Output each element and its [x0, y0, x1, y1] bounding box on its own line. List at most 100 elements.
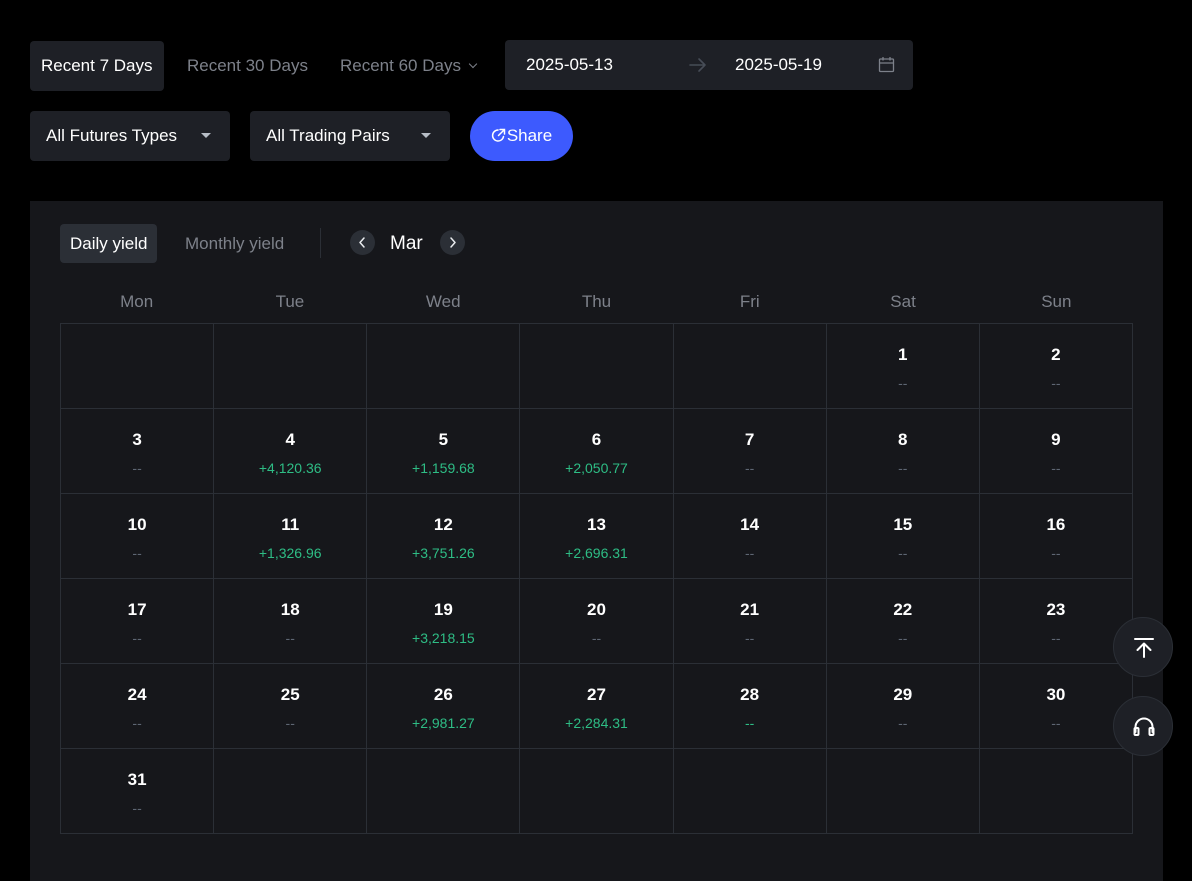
weekday-label: Mon — [120, 292, 154, 311]
pnl-calendar-panel: Daily yield Monthly yield Mar Mon Tue We… — [30, 201, 1163, 881]
date-range-picker[interactable]: 2025-05-13 2025-05-19 — [505, 40, 913, 90]
calendar-day-cell[interactable]: 25 -- — [214, 664, 368, 749]
daily-yield-value: +3,218.15 — [412, 630, 475, 646]
calendar-day-cell[interactable]: 30 -- — [979, 664, 1133, 749]
calendar-empty-cell — [61, 324, 215, 409]
calendar-day-cell[interactable]: 14 -- — [673, 494, 827, 579]
day-number: 16 — [1046, 515, 1066, 534]
daily-yield-value: -- — [1051, 460, 1061, 476]
start-date-input[interactable]: 2025-05-13 — [526, 40, 613, 90]
daily-yield-value: -- — [898, 460, 908, 476]
daily-yield-value: +2,981.27 — [412, 715, 475, 731]
daily-yield-value: -- — [1051, 375, 1061, 391]
calendar-day-cell[interactable]: 7 -- — [673, 409, 827, 494]
calendar-day-cell[interactable]: 17 -- — [61, 579, 215, 664]
calendar-day-cell[interactable]: 22 -- — [826, 579, 980, 664]
calendar-day-cell[interactable]: 21 -- — [673, 579, 827, 664]
daily-yield-value: -- — [898, 715, 908, 731]
calendar-day-cell[interactable]: 2 -- — [979, 324, 1133, 409]
day-number: 17 — [127, 600, 147, 619]
customer-support-button[interactable] — [1113, 696, 1173, 756]
day-number: 14 — [740, 515, 760, 534]
calendar-day-cell[interactable]: 1 -- — [826, 324, 980, 409]
calendar-day-cell[interactable]: 16 -- — [979, 494, 1133, 579]
daily-yield-value: -- — [591, 630, 602, 646]
calendar-day-cell[interactable]: 3 -- — [61, 409, 215, 494]
daily-yield-value: -- — [132, 630, 142, 646]
calendar-empty-cell — [520, 749, 674, 834]
day-number: 1 — [898, 345, 908, 364]
calendar-day-cell[interactable]: 27 +2,284.31 — [520, 664, 674, 749]
calendar-day-cell[interactable]: 15 -- — [826, 494, 980, 579]
calendar-day-cell[interactable]: 6 +2,050.77 — [520, 409, 674, 494]
calendar-empty-cell — [367, 324, 521, 409]
day-number: 29 — [893, 685, 913, 704]
back-to-top-button[interactable] — [1113, 617, 1173, 677]
calendar-day-cell[interactable]: 31 -- — [61, 749, 215, 834]
day-number: 15 — [893, 515, 913, 534]
daily-yield-value: +1,326.96 — [258, 545, 322, 561]
headset-icon — [1133, 717, 1155, 736]
day-number: 10 — [127, 515, 147, 534]
daily-yield-value: -- — [898, 630, 908, 646]
range-7-days-button[interactable]: Recent 7 Days — [30, 41, 164, 91]
share-button[interactable]: Share — [470, 111, 573, 161]
end-date-input[interactable]: 2025-05-19 — [735, 40, 822, 90]
calendar-day-cell[interactable]: 5 +1,159.68 — [367, 409, 521, 494]
day-number: 18 — [280, 600, 300, 619]
day-number: 19 — [433, 600, 453, 619]
calendar-day-cell[interactable]: 20 -- — [520, 579, 674, 664]
share-label: Share — [506, 126, 553, 145]
day-number: 28 — [740, 685, 760, 704]
calendar-day-cell[interactable]: 24 -- — [61, 664, 215, 749]
daily-yield-value: +3,751.26 — [412, 545, 475, 561]
day-number: 21 — [740, 600, 760, 619]
calendar-day-cell[interactable]: 11 +1,326.96 — [214, 494, 368, 579]
calendar-empty-cell — [214, 749, 368, 834]
previous-month-button[interactable] — [350, 230, 375, 255]
next-month-button[interactable] — [440, 230, 465, 255]
daily-yield-value: -- — [132, 460, 142, 476]
calendar-empty-cell — [826, 749, 980, 834]
calendar-day-cell[interactable]: 28 -- — [673, 664, 827, 749]
calendar-day-cell[interactable]: 9 -- — [979, 409, 1133, 494]
weekday-label: Wed — [425, 292, 461, 311]
tab-monthly-yield[interactable]: Monthly yield — [175, 224, 294, 263]
day-number: 6 — [591, 430, 602, 449]
daily-yield-value: +4,120.36 — [258, 460, 322, 476]
day-number: 30 — [1046, 685, 1066, 704]
range-60-days-button[interactable]: Recent 60 Days — [329, 41, 487, 91]
calendar-day-cell[interactable]: 29 -- — [826, 664, 980, 749]
futures-type-select[interactable]: All Futures Types — [30, 111, 230, 161]
arrow-up-to-top-icon — [1134, 638, 1154, 658]
calendar-day-cell[interactable]: 12 +3,751.26 — [367, 494, 521, 579]
calendar-day-cell[interactable]: 13 +2,696.31 — [520, 494, 674, 579]
day-number: 4 — [285, 430, 295, 449]
daily-yield-value: -- — [285, 630, 295, 646]
calendar-day-cell[interactable]: 19 +3,218.15 — [367, 579, 521, 664]
day-number: 24 — [127, 685, 147, 704]
calendar-icon[interactable] — [878, 56, 895, 73]
range-30-days-button[interactable]: Recent 30 Days — [176, 41, 319, 91]
range-60-days-label: Recent 60 Days — [340, 56, 461, 75]
calendar-day-cell[interactable]: 18 -- — [214, 579, 368, 664]
day-number: 5 — [438, 430, 449, 449]
tab-daily-yield[interactable]: Daily yield — [60, 224, 158, 263]
chevron-left-icon — [359, 237, 365, 248]
calendar-day-cell[interactable]: 4 +4,120.36 — [214, 409, 368, 494]
calendar-day-cell[interactable]: 10 -- — [61, 494, 215, 579]
day-number: 9 — [1051, 430, 1061, 449]
day-number: 20 — [587, 600, 606, 619]
daily-yield-value: -- — [132, 800, 142, 816]
trading-pairs-select[interactable]: All Trading Pairs — [250, 111, 450, 161]
chevron-down-icon — [468, 59, 478, 69]
daily-yield-value: -- — [1051, 715, 1061, 731]
futures-type-value: All Futures Types — [46, 126, 178, 145]
calendar-day-cell[interactable]: 8 -- — [826, 409, 980, 494]
daily-yield-value: -- — [898, 375, 908, 391]
calendar-day-cell[interactable]: 23 -- — [979, 579, 1133, 664]
day-number: 26 — [433, 685, 453, 704]
day-number: 22 — [893, 600, 913, 619]
calendar-day-cell[interactable]: 26 +2,981.27 — [367, 664, 521, 749]
daily-yield-value: -- — [1051, 630, 1061, 646]
